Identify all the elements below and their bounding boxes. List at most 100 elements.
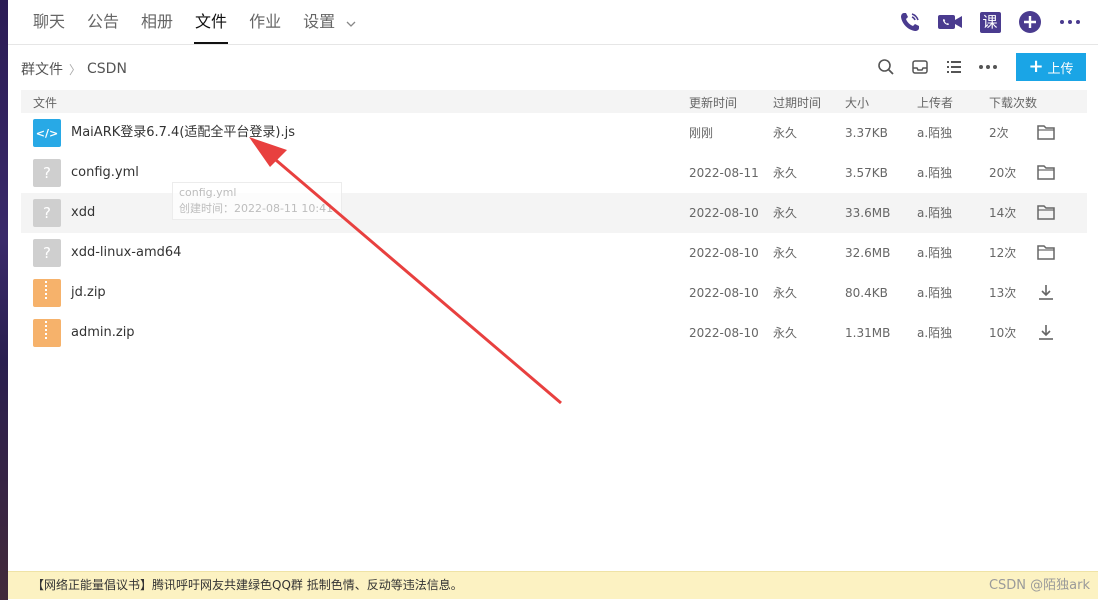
header-expire[interactable]: 过期时间: [773, 94, 821, 111]
course-glyph: 课: [979, 11, 1001, 33]
tab-label: 相册: [141, 12, 174, 31]
tab-settings[interactable]: 设置: [292, 0, 367, 44]
file-uploader: a.陌独: [917, 246, 953, 260]
tooltip-filename: config.yml: [179, 186, 237, 199]
download-icon[interactable]: [1036, 323, 1058, 343]
watermark: CSDN @陌独ark: [988, 578, 1090, 593]
nav-tabs: 聊天 公告 相册 文件 作业 设置: [22, 0, 367, 44]
tab-label: 设置: [303, 12, 336, 31]
tab-album[interactable]: 相册: [130, 0, 184, 44]
file-updated-time: 2022-08-10: [689, 246, 759, 260]
file-size: 3.37KB: [845, 126, 888, 140]
file-updated-time: 2022-08-10: [689, 206, 759, 220]
table-row[interactable]: admin.zip 2022-08-10 永久 1.31MB a.陌独 10次: [21, 313, 1087, 353]
table-row[interactable]: ? xdd-linux-amd64 2022-08-10 永久 32.6MB a…: [21, 233, 1087, 273]
file-tooltip: config.yml 创建时间：2022-08-11 10:41: [172, 182, 342, 220]
folder-icon[interactable]: [1036, 163, 1058, 183]
file-uploader: a.陌独: [917, 206, 953, 220]
header-uploader[interactable]: 上传者: [917, 94, 953, 111]
zip-file-icon: [33, 279, 61, 307]
file-download-count: 2次: [989, 126, 1009, 140]
tab-chat[interactable]: 聊天: [22, 0, 76, 44]
folder-icon[interactable]: [1036, 203, 1058, 223]
file-expire: 永久: [773, 206, 798, 220]
video-call-icon[interactable]: [934, 6, 966, 38]
file-updated-time: 2022-08-11: [689, 166, 759, 180]
file-name[interactable]: xdd-linux-amd64: [71, 233, 181, 273]
breadcrumb-root[interactable]: 群文件: [21, 59, 63, 79]
file-download-count: 13次: [989, 286, 1017, 300]
notice-text[interactable]: 【网络正能量倡议书】腾讯呼吁网友共建绿色QQ群 抵制色情、反动等违法信息。: [32, 572, 463, 599]
breadcrumb-current: CSDN: [87, 61, 127, 77]
table-row[interactable]: </> MaiARK登录6.7.4(适配全平台登录).js 刚刚 永久 3.37…: [21, 113, 1087, 153]
tab-label: 文件: [195, 12, 228, 31]
unknown-file-icon: ?: [33, 239, 61, 267]
file-size: 1.31MB: [845, 326, 891, 340]
file-size: 32.6MB: [845, 246, 891, 260]
plus-circle-icon[interactable]: [1014, 6, 1046, 38]
top-navigation: 聊天 公告 相册 文件 作业 设置 课: [8, 0, 1098, 45]
folder-icon[interactable]: [1036, 123, 1058, 143]
header-name[interactable]: 文件: [33, 94, 57, 111]
upload-label: 上传: [1047, 61, 1074, 77]
tooltip-created-time: 创建时间：2022-08-11 10:41: [179, 202, 334, 215]
file-uploader: a.陌独: [917, 166, 953, 180]
plus-icon: +: [1028, 55, 1044, 77]
file-download-count: 14次: [989, 206, 1017, 220]
file-download-count: 20次: [989, 166, 1017, 180]
file-expire: 永久: [773, 246, 798, 260]
file-uploader: a.陌独: [917, 286, 953, 300]
files-toolbar: 群文件 〉 CSDN + 上传: [8, 45, 1098, 89]
tab-label: 作业: [249, 12, 282, 31]
file-name[interactable]: MaiARK登录6.7.4(适配全平台登录).js: [71, 113, 295, 153]
file-download-count: 12次: [989, 246, 1017, 260]
file-expire: 永久: [773, 286, 798, 300]
file-table-header: 文件 更新时间 过期时间 大小 上传者 下载次数: [21, 90, 1087, 113]
unknown-file-icon: ?: [33, 199, 61, 227]
code-file-icon: </>: [33, 119, 61, 147]
list-view-icon[interactable]: [942, 55, 966, 79]
toolbar-actions: + 上传: [874, 53, 1086, 81]
file-size: 80.4KB: [845, 286, 888, 300]
file-uploader: a.陌独: [917, 126, 953, 140]
file-size: 33.6MB: [845, 206, 891, 220]
unknown-file-icon: ?: [33, 159, 61, 187]
file-name[interactable]: admin.zip: [71, 313, 135, 353]
file-expire: 永久: [773, 126, 798, 140]
breadcrumb-separator: 〉: [69, 62, 82, 77]
desktop-background-strip: [0, 0, 8, 600]
nav-icon-group: 课: [894, 6, 1086, 38]
file-name[interactable]: jd.zip: [71, 273, 106, 313]
tab-label: 公告: [87, 12, 120, 31]
file-size: 3.57KB: [845, 166, 888, 180]
header-time[interactable]: 更新时间: [689, 94, 737, 111]
file-updated-time: 2022-08-10: [689, 286, 759, 300]
file-updated-time: 2022-08-10: [689, 326, 759, 340]
phone-call-icon[interactable]: [894, 6, 926, 38]
folder-icon[interactable]: [1036, 243, 1058, 263]
notice-bar: 【网络正能量倡议书】腾讯呼吁网友共建绿色QQ群 抵制色情、反动等违法信息。 CS…: [8, 571, 1098, 599]
file-name[interactable]: config.yml: [71, 153, 139, 193]
chevron-down-icon: [346, 1, 356, 45]
file-download-count: 10次: [989, 326, 1017, 340]
group-files-window: 聊天 公告 相册 文件 作业 设置 课 群文件 〉 CSDN + 上传 文件 更…: [8, 0, 1098, 600]
file-expire: 永久: [773, 166, 798, 180]
breadcrumb: 群文件 〉 CSDN: [21, 59, 127, 79]
tab-homework[interactable]: 作业: [238, 0, 292, 44]
search-icon[interactable]: [874, 55, 898, 79]
tab-files[interactable]: 文件: [184, 0, 238, 44]
header-downloads[interactable]: 下载次数: [989, 94, 1037, 111]
table-row[interactable]: jd.zip 2022-08-10 永久 80.4KB a.陌独 13次: [21, 273, 1087, 313]
upload-button[interactable]: + 上传: [1016, 53, 1086, 81]
zip-file-icon: [33, 319, 61, 347]
tab-announcement[interactable]: 公告: [76, 0, 130, 44]
file-name[interactable]: xdd: [71, 193, 95, 233]
file-list: </> MaiARK登录6.7.4(适配全平台登录).js 刚刚 永久 3.37…: [21, 113, 1087, 353]
header-size[interactable]: 大小: [845, 94, 869, 111]
inbox-icon[interactable]: [908, 55, 932, 79]
download-icon[interactable]: [1036, 283, 1058, 303]
more-options-icon[interactable]: [976, 55, 1000, 79]
more-icon[interactable]: [1054, 6, 1086, 38]
file-updated-time: 刚刚: [689, 126, 714, 140]
course-icon[interactable]: 课: [974, 6, 1006, 38]
